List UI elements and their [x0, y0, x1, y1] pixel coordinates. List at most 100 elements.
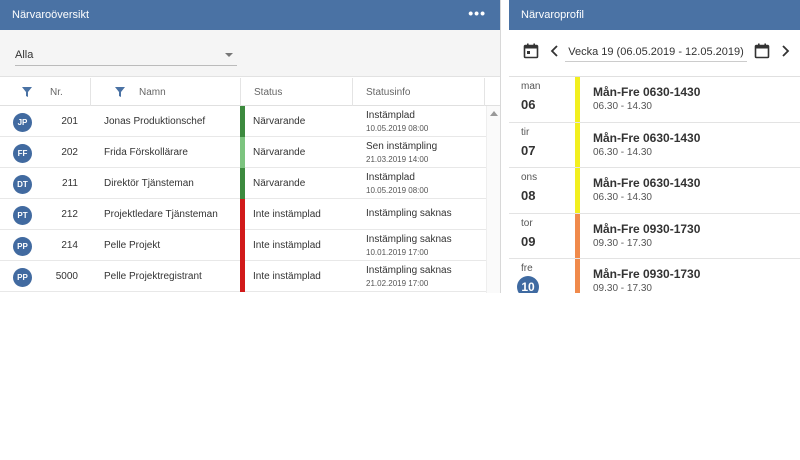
employee-number: 5000 — [55, 271, 78, 282]
day-number: 08 — [521, 188, 536, 203]
attendance-overview-panel: Närvaroöversikt ••• Alla Nr. Namn Status… — [0, 0, 501, 293]
employee-number: 212 — [61, 209, 78, 220]
status-info-time: 21.02.2019 17:00 — [366, 279, 429, 288]
column-header-nr[interactable]: Nr. — [36, 78, 91, 106]
funnel-icon[interactable] — [22, 78, 36, 106]
column-header-statusinfo[interactable]: Statusinfo — [353, 78, 485, 106]
day-number: 09 — [521, 233, 536, 249]
chevron-right-icon[interactable] — [779, 44, 791, 58]
avatar: DT — [13, 175, 32, 194]
table-row[interactable]: DT 211 Direktör Tjänsteman Närvarande Instäm… — [0, 168, 486, 199]
employee-name: Jonas Produktionschef — [104, 116, 206, 127]
shift-title: Mån-Fre 0630-1430 — [593, 176, 701, 190]
table-row[interactable]: PP 214 Pelle Projekt Inte instämplad Instämp… — [0, 230, 486, 261]
table-row[interactable]: PT 212 Projektledare Tjänsteman Inte instäm… — [0, 199, 486, 230]
panel-title: Närvaroöversikt — [12, 9, 90, 21]
table-row[interactable]: FF 202 Frida Förskollärare Närvarande Sen in… — [0, 137, 486, 168]
status-info-time: 21.03.2019 14:00 — [366, 155, 429, 164]
shift-time: 06.30 - 14.30 — [593, 146, 652, 158]
status-info-title: Instämplad — [366, 172, 415, 183]
status-indicator — [240, 137, 245, 168]
day-row[interactable]: tor 09 Mån-Fre 0930-1730 09.30 - 17.30 — [509, 213, 800, 259]
shift-title: Mån-Fre 0630-1430 — [593, 85, 701, 99]
employee-name: Frida Förskollärare — [104, 147, 188, 158]
calendar-icon[interactable] — [754, 43, 770, 59]
table-header: Nr. Namn Status Statusinfo — [0, 78, 500, 106]
avatar: FF — [13, 144, 32, 163]
avatar: PP — [13, 268, 32, 287]
employee-number: 202 — [61, 147, 78, 158]
shift-color-indicator — [575, 168, 580, 213]
shift-color-indicator — [575, 259, 580, 293]
day-list: man 06 Mån-Fre 0630-1430 06.30 - 14.30 tir 07… — [509, 77, 800, 293]
status-info-title: Sen instämpling — [366, 141, 438, 152]
status-indicator — [240, 230, 245, 261]
status-indicator — [240, 261, 245, 292]
filter-dropdown[interactable]: Alla — [15, 44, 237, 66]
avatar: PP — [13, 237, 32, 256]
funnel-icon[interactable] — [115, 78, 129, 106]
chevron-down-icon — [225, 52, 233, 57]
scrollbar[interactable] — [486, 106, 500, 293]
status-text: Inte instämplad — [253, 240, 321, 251]
calendar-icon[interactable] — [523, 43, 539, 59]
shift-title: Mån-Fre 0930-1730 — [593, 267, 701, 281]
panel-header: Närvaroprofil — [509, 0, 800, 30]
day-name: man — [521, 81, 541, 92]
employee-name: Projektledare Tjänsteman — [104, 209, 218, 220]
filter-dropdown-value: Alla — [15, 48, 34, 61]
scroll-up-icon[interactable] — [489, 111, 498, 116]
status-info-time: 10.01.2019 17:00 — [366, 248, 429, 257]
shift-color-indicator — [575, 213, 580, 258]
status-indicator — [240, 168, 245, 199]
table-row[interactable]: JP 201 Jonas Produktionschef Närvarande Inst… — [0, 106, 486, 137]
day-name: fre — [521, 263, 533, 274]
shift-time: 06.30 - 14.30 — [593, 192, 652, 203]
shift-time: 09.30 - 17.30 — [593, 283, 652, 293]
day-row[interactable]: man 06 Mån-Fre 0630-1430 06.30 - 14.30 — [509, 77, 800, 123]
panel-header: Närvaroöversikt ••• — [0, 0, 500, 30]
week-navigator: Vecka 19 (06.05.2019 - 12.05.2019) — [509, 30, 800, 77]
chevron-left-icon[interactable] — [549, 44, 561, 58]
status-text: Närvarande — [253, 116, 306, 127]
employee-list: JP 201 Jonas Produktionschef Närvarande Inst… — [0, 106, 486, 292]
status-indicator — [240, 199, 245, 230]
column-header-name[interactable]: Namn — [129, 78, 241, 106]
day-row[interactable]: tir 07 Mån-Fre 0630-1430 06.30 - 14.30 — [509, 122, 800, 168]
more-horizontal-icon[interactable]: ••• — [468, 6, 486, 20]
day-number: 06 — [521, 97, 536, 112]
status-info-title: Instämplad — [366, 110, 415, 121]
day-row[interactable]: ons 08 Mån-Fre 0630-1430 06.30 - 14.30 — [509, 168, 800, 214]
status-info-title: Instämpling saknas — [366, 208, 452, 219]
day-number: 10 — [517, 276, 539, 293]
avatar: JP — [13, 113, 32, 132]
attendance-profile-panel: Närvaroprofil Vecka 19 (06.05.2019 - 12.… — [509, 0, 800, 293]
status-info-time: 10.05.2019 08:00 — [366, 124, 429, 133]
day-row[interactable]: fre 10 Mån-Fre 0930-1730 09.30 - 17.30 — [509, 259, 800, 293]
shift-color-indicator — [575, 77, 580, 122]
filter-area: Alla — [0, 30, 500, 77]
shift-time: 09.30 - 17.30 — [593, 237, 652, 249]
status-indicator — [240, 106, 245, 137]
panel-title: Närvaroprofil — [521, 9, 584, 21]
table-row[interactable]: PP 5000 Pelle Projektregistrant Inte instäm… — [0, 261, 486, 292]
employee-number: 214 — [61, 240, 78, 251]
column-header-status[interactable]: Status — [241, 78, 353, 106]
employee-name: Pelle Projektregistrant — [104, 271, 202, 282]
shift-title: Mån-Fre 0630-1430 — [593, 130, 701, 145]
status-text: Närvarande — [253, 178, 306, 189]
status-text: Närvarande — [253, 147, 306, 158]
week-label[interactable]: Vecka 19 (06.05.2019 - 12.05.2019) — [565, 44, 747, 62]
status-info-time: 10.05.2019 08:00 — [366, 186, 429, 195]
shift-time: 06.30 - 14.30 — [593, 101, 652, 112]
day-name: tor — [521, 217, 533, 229]
status-text: Inte instämplad — [253, 209, 321, 220]
avatar: PT — [13, 206, 32, 225]
day-name: tir — [521, 126, 530, 138]
employee-number: 211 — [62, 178, 78, 189]
employee-name: Pelle Projekt — [104, 240, 161, 251]
day-name: ons — [521, 172, 538, 183]
employee-number: 201 — [61, 116, 78, 127]
employee-name: Direktör Tjänsteman — [104, 178, 194, 189]
shift-color-indicator — [575, 122, 580, 167]
